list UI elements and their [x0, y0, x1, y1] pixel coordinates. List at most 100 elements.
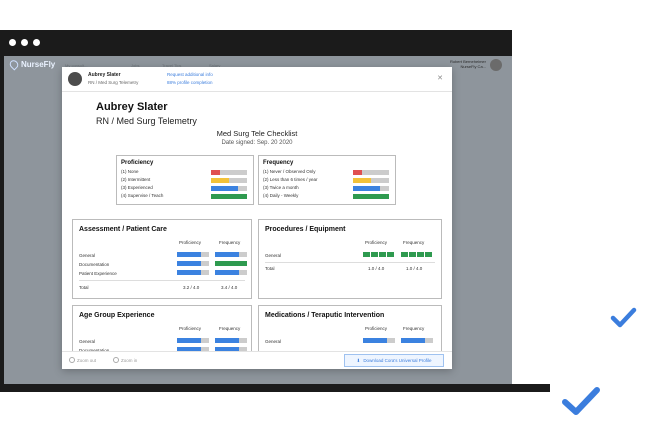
card-title: Assessment / Patient Care [79, 226, 167, 233]
date-signed: Date signed: Sep. 20 2020 [221, 140, 293, 146]
level-fill [215, 270, 239, 275]
level-fill [177, 270, 201, 275]
level-fill [353, 178, 371, 183]
assessment-card: Assessment / Patient Care Proficiency Fr… [72, 219, 252, 299]
row-label: General [79, 253, 96, 258]
row-label: General [265, 339, 282, 344]
level-fill [353, 186, 380, 191]
download-label: Download Cora's Universal Profile [363, 358, 432, 363]
legend-item: (1) None [121, 169, 249, 177]
card-title: Age Group Experience [79, 312, 155, 319]
user-menu[interactable]: Robert Berneheimer NurseFly Ca... [450, 59, 502, 71]
legend-item: (3) Experienced [121, 185, 249, 193]
level-fill [401, 338, 425, 343]
avatar [68, 72, 82, 86]
level-fill [353, 194, 389, 199]
column-header-frequency: Frequency [403, 240, 425, 245]
level-fill [215, 261, 247, 266]
request-info-link[interactable]: Request additional info [167, 72, 213, 77]
modal-footer: Zoom out Zoom in ⬇ Download Cora's Unive… [62, 351, 452, 369]
zoom-in-icon [113, 357, 119, 363]
frequency-bar [215, 270, 247, 275]
level-bar [353, 194, 389, 199]
row-label: General [79, 339, 96, 344]
legend-item: (4) Supervise / Teach [121, 193, 249, 201]
zoom-out-button[interactable]: Zoom out [69, 357, 96, 363]
level-fill [353, 170, 362, 175]
zoom-out-icon [69, 357, 75, 363]
level-bar [353, 170, 389, 175]
legend-label: (4) Supervise / Teach [121, 193, 164, 198]
frequency-bar [215, 261, 247, 266]
total-frequency: 1.0 / 4.0 [406, 266, 423, 271]
nursefly-logo[interactable]: NurseFly [7, 58, 56, 71]
zoom-in-button[interactable]: Zoom in [113, 357, 137, 363]
zoom-in-label: Zoom in [121, 357, 138, 363]
window-dot-icon [9, 39, 16, 46]
level-bar [211, 186, 247, 191]
logo-text: NurseFly [21, 60, 56, 69]
legend-title: Frequency [263, 160, 294, 166]
candidate-name: Aubrey Slater [88, 72, 121, 78]
proficiency-bar [363, 338, 395, 343]
legend-item: (1) Never / Observed Only [263, 169, 391, 177]
level-fill [363, 338, 387, 343]
divider [265, 262, 435, 263]
frequency-bar [215, 338, 247, 343]
proficiency-bar [177, 270, 209, 275]
legend-item: (2) Less than 6 times / year [263, 177, 391, 185]
proficiency-bar [363, 252, 395, 257]
level-fill [215, 252, 239, 257]
legend-title: Proficiency [121, 160, 154, 166]
frequency-bar [215, 252, 247, 257]
column-header-proficiency: Proficiency [365, 240, 388, 245]
column-header-frequency: Frequency [403, 326, 425, 331]
proficiency-legend: Proficiency (1) None (2) Intermittent (3… [116, 155, 254, 205]
avatar [490, 59, 502, 71]
column-header-proficiency: Proficiency [365, 326, 388, 331]
level-fill [211, 186, 238, 191]
level-bar [353, 178, 389, 183]
window-dot-icon [21, 39, 28, 46]
frequency-bar [401, 338, 433, 343]
level-bar [211, 178, 247, 183]
level-fill [177, 261, 201, 266]
proficiency-bar [177, 261, 209, 266]
level-fill [177, 252, 201, 257]
close-icon[interactable]: ✕ [437, 74, 443, 82]
column-header-proficiency: Proficiency [179, 326, 202, 331]
frequency-legend: Frequency (1) Never / Observed Only (2) … [258, 155, 396, 205]
legend-label: (3) Twice a month [263, 185, 299, 190]
browser-title-bar [0, 30, 512, 56]
candidate-role: RN / Med Surg Telemetry [88, 80, 139, 85]
level-bar [211, 194, 247, 199]
window-dot-icon [33, 39, 40, 46]
row-label: Documentation [79, 262, 110, 267]
total-proficiency: 1.0 / 4.0 [368, 266, 385, 271]
legend-label: (4) Daily - Weekly [263, 193, 299, 198]
document-name: Aubrey Slater [96, 101, 168, 113]
legend-item: (2) Intermittent [121, 177, 249, 185]
legend-item: (4) Daily - Weekly [263, 193, 391, 201]
procedures-card: Procedures / Equipment Proficiency Frequ… [258, 219, 442, 299]
download-profile-button[interactable]: ⬇ Download Cora's Universal Profile [344, 354, 444, 367]
divider [79, 280, 245, 281]
level-bar [211, 170, 247, 175]
level-fill [211, 194, 247, 199]
legend-label: (1) Never / Observed Only [263, 169, 316, 174]
total-frequency: 3.4 / 4.0 [221, 285, 238, 290]
checkmark-icon [601, 295, 645, 339]
legend-label: (3) Experienced [121, 185, 153, 190]
row-label: Patient Experience [79, 271, 117, 276]
proficiency-bar [177, 338, 209, 343]
legend-label: (2) Less than 6 times / year [263, 177, 318, 182]
modal-header: Aubrey Slater RN / Med Surg Telemetry Re… [62, 67, 452, 92]
total-label: Total [265, 266, 275, 271]
column-header-frequency: Frequency [219, 240, 241, 245]
level-bar [353, 186, 389, 191]
checkmark-icon [551, 372, 611, 426]
download-icon: ⬇ [356, 357, 361, 363]
zoom-out-label: Zoom out [77, 357, 97, 363]
profile-completion: 88% profile completion [167, 80, 213, 85]
candidate-modal: Aubrey Slater RN / Med Surg Telemetry Re… [62, 67, 452, 369]
